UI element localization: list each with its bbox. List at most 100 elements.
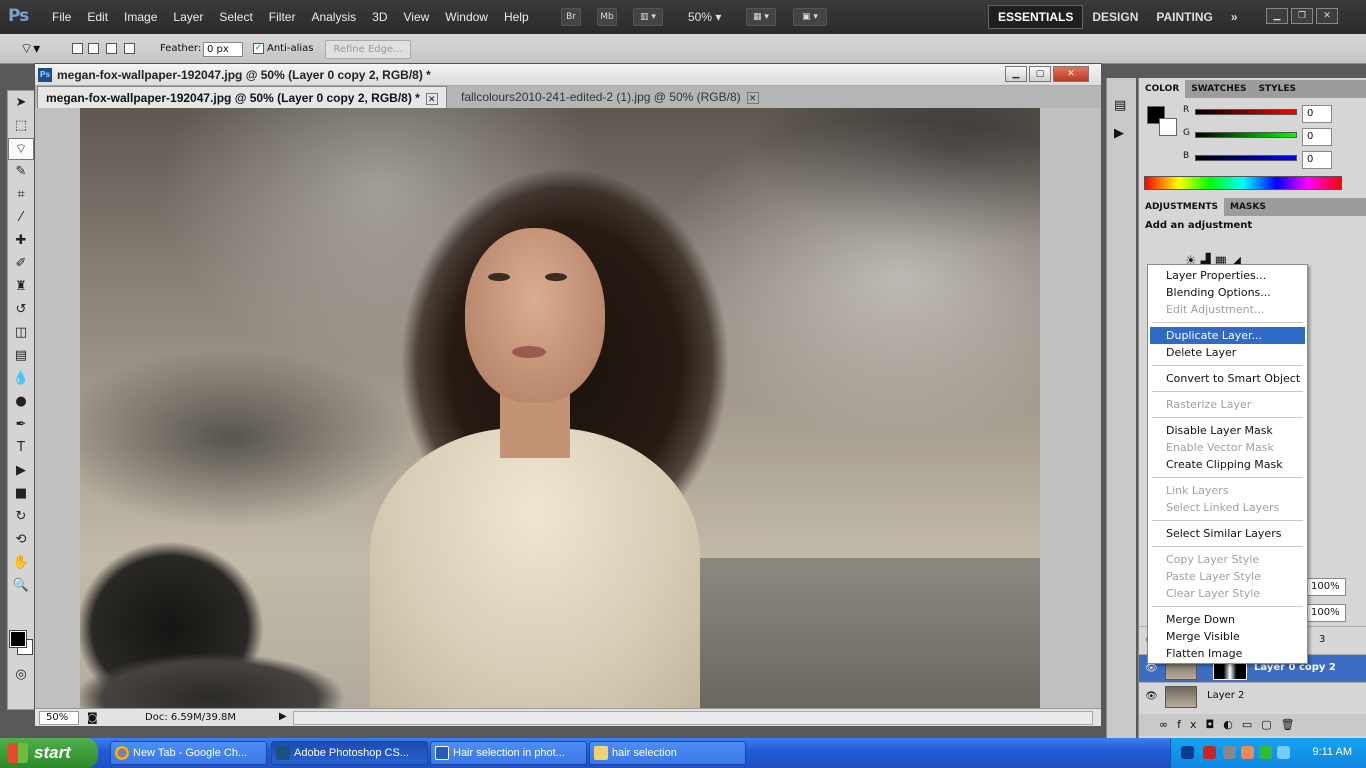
actions-panel-icon[interactable]: ▶ [1114, 126, 1124, 141]
history-brush-tool-icon[interactable]: ↺ [8, 299, 34, 321]
blur-tool-icon[interactable]: 💧 [8, 368, 34, 390]
doc-minimize-icon[interactable]: ▁ [1005, 66, 1027, 82]
tab-swatches[interactable]: SWATCHES [1185, 80, 1252, 98]
safely-remove-icon[interactable] [1223, 746, 1236, 759]
document-image[interactable] [80, 108, 1040, 708]
quick-mask-icon[interactable]: ◎ [8, 664, 34, 686]
menu-layer[interactable]: Layer [165, 10, 211, 24]
menu-edit[interactable]: Edit [79, 10, 116, 24]
view-extras-icon[interactable]: ▥ ▾ [633, 8, 663, 26]
color-swatches[interactable] [9, 630, 33, 657]
canvas-area[interactable] [35, 108, 1101, 708]
menu-view[interactable]: View [395, 10, 437, 24]
status-zoom-field[interactable]: 50% [39, 711, 79, 725]
3d-orbit-tool-icon[interactable]: ⟲ [8, 529, 34, 551]
workspace-essentials[interactable]: ESSENTIALS [988, 5, 1084, 29]
opacity-field[interactable]: 100% [1306, 578, 1346, 596]
menu-analysis[interactable]: Analysis [303, 10, 364, 24]
menu-image[interactable]: Image [116, 10, 165, 24]
blue-track[interactable] [1195, 155, 1297, 161]
bridge-button[interactable]: Br [561, 8, 581, 26]
volume-icon[interactable] [1277, 746, 1290, 759]
foreground-color-swatch[interactable] [9, 630, 27, 648]
lasso-tool-icon[interactable]: ⌔ [8, 138, 34, 160]
feather-input[interactable]: 0 px [203, 42, 243, 57]
green-value[interactable]: 0 [1302, 128, 1332, 146]
anti-alias-checkbox[interactable]: ✓ [253, 43, 264, 54]
menu-item-delete-layer[interactable]: Delete Layer [1150, 344, 1305, 361]
tray-app-icon[interactable] [1241, 746, 1254, 759]
hand-tool-icon[interactable]: ✋ [8, 552, 34, 574]
menu-item-select-similar-layers[interactable]: Select Similar Layers [1150, 525, 1305, 542]
3d-rotate-tool-icon[interactable]: ↻ [8, 506, 34, 528]
menu-window[interactable]: Window [437, 10, 496, 24]
layers-footer-icons[interactable]: ∞fx◘◐▭▢🗑 [1139, 714, 1366, 736]
antivirus-icon[interactable] [1203, 746, 1216, 759]
tab-color[interactable]: COLOR [1139, 80, 1186, 98]
close-tab-icon[interactable]: ✕ [425, 93, 438, 105]
green-slider[interactable]: G 0 [1139, 128, 1366, 150]
mini-bridge-button[interactable]: Mb [597, 8, 617, 26]
marquee-tool-icon[interactable]: ⬚ [8, 115, 34, 137]
crop-tool-icon[interactable]: ⌗ [8, 184, 34, 206]
workspace-painting[interactable]: PAINTING [1147, 6, 1221, 28]
menu-item-merge-visible[interactable]: Merge Visible [1150, 628, 1305, 645]
menu-item-create-clipping-mask[interactable]: Create Clipping Mask [1150, 456, 1305, 473]
menu-filter[interactable]: Filter [261, 10, 304, 24]
menu-3d[interactable]: 3D [364, 10, 395, 24]
move-tool-icon[interactable]: ➤ [8, 92, 34, 114]
arrange-documents-icon[interactable]: ▦ ▾ [746, 8, 776, 26]
fill-field[interactable]: 100% [1306, 604, 1346, 622]
menu-item-layer-properties[interactable]: Layer Properties... [1150, 267, 1305, 284]
minimize-icon[interactable]: ▁ [1266, 8, 1288, 24]
red-track[interactable] [1195, 109, 1297, 115]
zoom-tool-icon[interactable]: 🔍 [8, 575, 34, 597]
polygonal-lasso-preset-icon[interactable]: ⌔▾ [20, 40, 40, 58]
pen-tool-icon[interactable]: ✒ [8, 414, 34, 436]
history-panel-icon[interactable]: ▤ [1114, 98, 1126, 113]
tray-arrow-icon[interactable] [1181, 746, 1194, 759]
screen-mode-icon[interactable]: ▣ ▾ [793, 8, 827, 26]
clock[interactable]: 9:11 AM [1312, 746, 1352, 758]
tab-fallcolours[interactable]: fallcolours2010-241-edited-2 (1).jpg @ 5… [453, 86, 767, 108]
red-slider[interactable]: R 0 [1139, 105, 1366, 127]
green-track[interactable] [1195, 132, 1297, 138]
more-workspaces-icon[interactable]: » [1222, 6, 1247, 28]
workspace-design[interactable]: DESIGN [1083, 6, 1147, 28]
brush-tool-icon[interactable]: ✐ [8, 253, 34, 275]
path-selection-tool-icon[interactable]: ▶ [8, 460, 34, 482]
task-google-chrome[interactable]: New Tab - Google Ch... [110, 741, 267, 765]
close-icon[interactable]: ✕ [1316, 8, 1338, 24]
task-folder[interactable]: hair selection [589, 741, 746, 765]
refine-edge-button[interactable]: Refine Edge... [325, 40, 411, 59]
clone-stamp-tool-icon[interactable]: ♜ [8, 276, 34, 298]
blue-value[interactable]: 0 [1302, 151, 1332, 169]
menu-item-merge-down[interactable]: Merge Down [1150, 611, 1305, 628]
task-adobe-photoshop[interactable]: Adobe Photoshop CS... [271, 741, 428, 765]
quick-selection-tool-icon[interactable]: ✎ [8, 161, 34, 183]
menu-item-duplicate-layer[interactable]: Duplicate Layer... [1150, 327, 1305, 344]
eyedropper-tool-icon[interactable]: ⁄ [8, 207, 34, 229]
doc-maximize-icon[interactable]: ▢ [1029, 66, 1051, 82]
tab-adjustments[interactable]: ADJUSTMENTS [1139, 198, 1224, 216]
intersect-selection-icon[interactable] [124, 43, 135, 54]
healing-brush-tool-icon[interactable]: ✚ [8, 230, 34, 252]
horizontal-scrollbar[interactable] [293, 711, 1093, 725]
gradient-tool-icon[interactable]: ▤ [8, 345, 34, 367]
restore-icon[interactable]: ❐ [1291, 8, 1313, 24]
add-to-selection-icon[interactable] [88, 43, 99, 54]
red-value[interactable]: 0 [1302, 105, 1332, 123]
subtract-from-selection-icon[interactable] [106, 43, 117, 54]
menu-item-disable-layer-mask[interactable]: Disable Layer Mask [1150, 422, 1305, 439]
menu-item-convert-to-smart-object[interactable]: Convert to Smart Object [1150, 370, 1305, 387]
menu-file[interactable]: File [44, 10, 79, 24]
network-icon[interactable] [1259, 746, 1272, 759]
layer-row[interactable]: 👁 Layer 2 [1139, 682, 1366, 710]
task-word-document[interactable]: Hair selection in phot... [430, 741, 587, 765]
menu-select[interactable]: Select [211, 10, 260, 24]
tab-styles[interactable]: STYLES [1252, 80, 1302, 98]
menu-help[interactable]: Help [496, 10, 537, 24]
color-spectrum-bar[interactable] [1144, 176, 1342, 190]
rectangle-tool-icon[interactable]: ■ [8, 483, 34, 505]
start-button[interactable]: start [0, 738, 98, 768]
